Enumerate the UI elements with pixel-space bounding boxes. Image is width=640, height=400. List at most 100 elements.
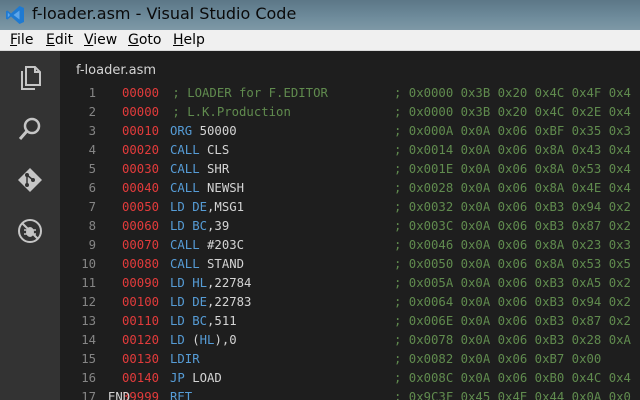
code-line[interactable]: 11 00090 LD HL,22784 ; 0x005A 0x0A 0x06 0xB…: [60, 274, 640, 293]
line-label: 00080: [122, 257, 160, 271]
code-hex-comment: ; 0x000A 0x0A 0x06 0xBF 0x35 0x3: [394, 124, 631, 138]
line-label: 00050: [122, 200, 160, 214]
code-hex-comment: ; 0x0000 0x3B 0x20 0x4C 0x2E 0x4: [394, 105, 631, 119]
code-register: HL: [199, 333, 215, 347]
files-icon[interactable]: [16, 64, 44, 92]
code-hex-comment: ; 0x0050 0x0A 0x06 0x8A 0x53 0x5: [394, 257, 631, 271]
code-operand: ,511: [207, 314, 237, 328]
git-icon[interactable]: [16, 166, 44, 194]
code-operand: ,MSG1: [207, 200, 245, 214]
code-line[interactable]: 5 00030 CALL SHR ; 0x001E 0x0A 0x06 0x8A 0x…: [60, 160, 640, 179]
code-keyword: LDIR: [170, 352, 200, 366]
menu-help[interactable]: Help: [173, 31, 205, 49]
code-line[interactable]: 13 00110 LD BC,511 ; 0x006E 0x0A 0x06 0xB3 …: [60, 312, 640, 331]
code-operand: ,22783: [207, 295, 252, 309]
code-line[interactable]: 7 00050 LD DE,MSG1 ; 0x0032 0x0A 0x06 0xB3 …: [60, 198, 640, 217]
code-instruction: LD DE,22783: [170, 293, 251, 312]
editor-pane: f-loader.asm 1 00000 ; LOADER for F.EDITO…: [60, 51, 640, 400]
code-operand: #203C: [199, 238, 245, 252]
code-operand: ),0: [214, 333, 237, 347]
code-hex-comment: ; 0x0014 0x0A 0x06 0x8A 0x43 0x4: [394, 143, 631, 157]
code-hex-comment: ; 0x0028 0x0A 0x06 0x8A 0x4E 0x4: [394, 181, 631, 195]
code-line[interactable]: 9 00070 CALL #203C ; 0x0046 0x0A 0x06 0x8A …: [60, 236, 640, 255]
code-instruction: CALL STAND: [170, 255, 244, 274]
code-instruction: END RET: [108, 388, 193, 400]
code-register: BC: [192, 219, 208, 233]
code-keyword: CALL: [170, 181, 200, 195]
code-instruction: CALL CLS: [170, 141, 229, 160]
line-number: 7: [88, 200, 96, 214]
code-operand: SHR: [199, 162, 230, 176]
menu-bar: File Edit View Goto Help: [0, 30, 640, 51]
code-line[interactable]: 10 00080 CALL STAND ; 0x0050 0x0A 0x06 0x8A…: [60, 255, 640, 274]
window-title: f-loader.asm - Visual Studio Code: [32, 4, 297, 23]
code-keyword: JP: [170, 371, 185, 385]
code-keyword: CALL: [170, 143, 200, 157]
code-keyword: CALL: [170, 257, 200, 271]
debug-icon[interactable]: [16, 217, 44, 245]
code-hex-comment: ; 0x0078 0x0A 0x06 0xB3 0x28 0xA: [394, 333, 631, 347]
code-line[interactable]: 8 00060 LD BC,39 ; 0x003C 0x0A 0x06 0xB3 0x…: [60, 217, 640, 236]
code-instruction: LD HL,22784: [170, 274, 251, 293]
menu-view[interactable]: View: [84, 31, 117, 49]
code-hex-comment: ; 0x0046 0x0A 0x06 0x8A 0x23 0x3: [394, 238, 631, 252]
code-operand: CLS: [199, 143, 230, 157]
line-label: 00130: [122, 352, 160, 366]
line-label: 00120: [122, 333, 160, 347]
code-register: DE: [192, 295, 208, 309]
line-number: 4: [88, 143, 96, 157]
line-number: 13: [81, 314, 96, 328]
line-number: 10: [81, 257, 96, 271]
code-line[interactable]: 1 00000 ; LOADER for F.EDITOR ; 0x0000 0x3…: [60, 84, 640, 103]
code-hex-comment: ; 0x0064 0x0A 0x06 0xB3 0x94 0x2: [394, 295, 631, 309]
code-line[interactable]: 15 00130 LDIR ; 0x0082 0x0A 0x06 0xB7 0x00: [60, 350, 640, 369]
code-hex-comment: ; 0x001E 0x0A 0x06 0x8A 0x53 0x4: [394, 162, 631, 176]
code-keyword: LD: [170, 333, 185, 347]
line-number: 12: [81, 295, 96, 309]
code-line[interactable]: 4 00020 CALL CLS ; 0x0014 0x0A 0x06 0x8A 0x…: [60, 141, 640, 160]
line-label: 00100: [122, 295, 160, 309]
editor-tab-title[interactable]: f-loader.asm: [76, 63, 156, 78]
code-operand: STAND: [199, 257, 245, 271]
line-number: 5: [88, 162, 96, 176]
line-label: 00140: [122, 371, 160, 385]
title-bar: f-loader.asm - Visual Studio Code: [0, 0, 640, 30]
code-operand: ,39: [207, 219, 230, 233]
code-register: HL: [192, 276, 208, 290]
code-instruction: JP LOAD: [170, 369, 222, 388]
code-instruction: LDIR: [170, 350, 200, 369]
code-instruction: ORG 50000: [170, 122, 237, 141]
menu-file[interactable]: File: [10, 31, 33, 49]
code-line[interactable]: 14 00120 LD (HL),0 ; 0x0078 0x0A 0x06 0xB3 …: [60, 331, 640, 350]
code-area[interactable]: 1 00000 ; LOADER for F.EDITOR ; 0x0000 0x3…: [60, 84, 640, 400]
line-label: 00060: [122, 219, 160, 233]
line-label: 00040: [122, 181, 160, 195]
code-line[interactable]: 3 00010 ORG 50000 ; 0x000A 0x0A 0x06 0xBF 0…: [60, 122, 640, 141]
code-instruction: CALL #203C: [170, 236, 244, 255]
line-number: 9: [88, 238, 96, 252]
line-number: 14: [81, 333, 96, 347]
code-hex-comment: ; 0x006E 0x0A 0x06 0xB3 0x87 0x2: [394, 314, 631, 328]
code-hex-comment: ; 0x008C 0x0A 0x06 0xB0 0x4C 0x4: [394, 371, 631, 385]
code-line[interactable]: 17 39999 END RET; 0x9C3F 0x45 0x4E 0x44 0x0…: [60, 388, 640, 400]
line-number: 17: [81, 390, 96, 400]
search-icon[interactable]: [16, 115, 44, 143]
line-label: 00110: [122, 314, 160, 328]
code-keyword: RET: [170, 390, 193, 400]
line-number: 16: [81, 371, 96, 385]
code-line[interactable]: 12 00100 LD DE,22783 ; 0x0064 0x0A 0x06 0xB…: [60, 293, 640, 312]
menu-edit[interactable]: Edit: [46, 31, 73, 49]
line-label: 00070: [122, 238, 160, 252]
code-line[interactable]: 16 00140 JP LOAD ; 0x008C 0x0A 0x06 0xB0 0x…: [60, 369, 640, 388]
line-number: 1: [88, 86, 96, 100]
code-instruction: LD BC,39: [170, 217, 229, 236]
code-hex-comment: ; 0x0082 0x0A 0x06 0xB7 0x00: [394, 352, 602, 366]
code-line[interactable]: 6 00040 CALL NEWSH ; 0x0028 0x0A 0x06 0x8A …: [60, 179, 640, 198]
code-hex-comment: ; 0x005A 0x0A 0x06 0xB3 0xA5 0x2: [394, 276, 631, 290]
menu-goto[interactable]: Goto: [128, 31, 161, 49]
code-line[interactable]: 2 00000 ; L.K.Production ; 0x0000 0x3B 0x2…: [60, 103, 640, 122]
code-operand: LOAD: [184, 371, 222, 385]
code-register: BC: [192, 314, 208, 328]
line-label: 00000: [122, 86, 160, 100]
code-instruction: CALL NEWSH: [170, 179, 244, 198]
